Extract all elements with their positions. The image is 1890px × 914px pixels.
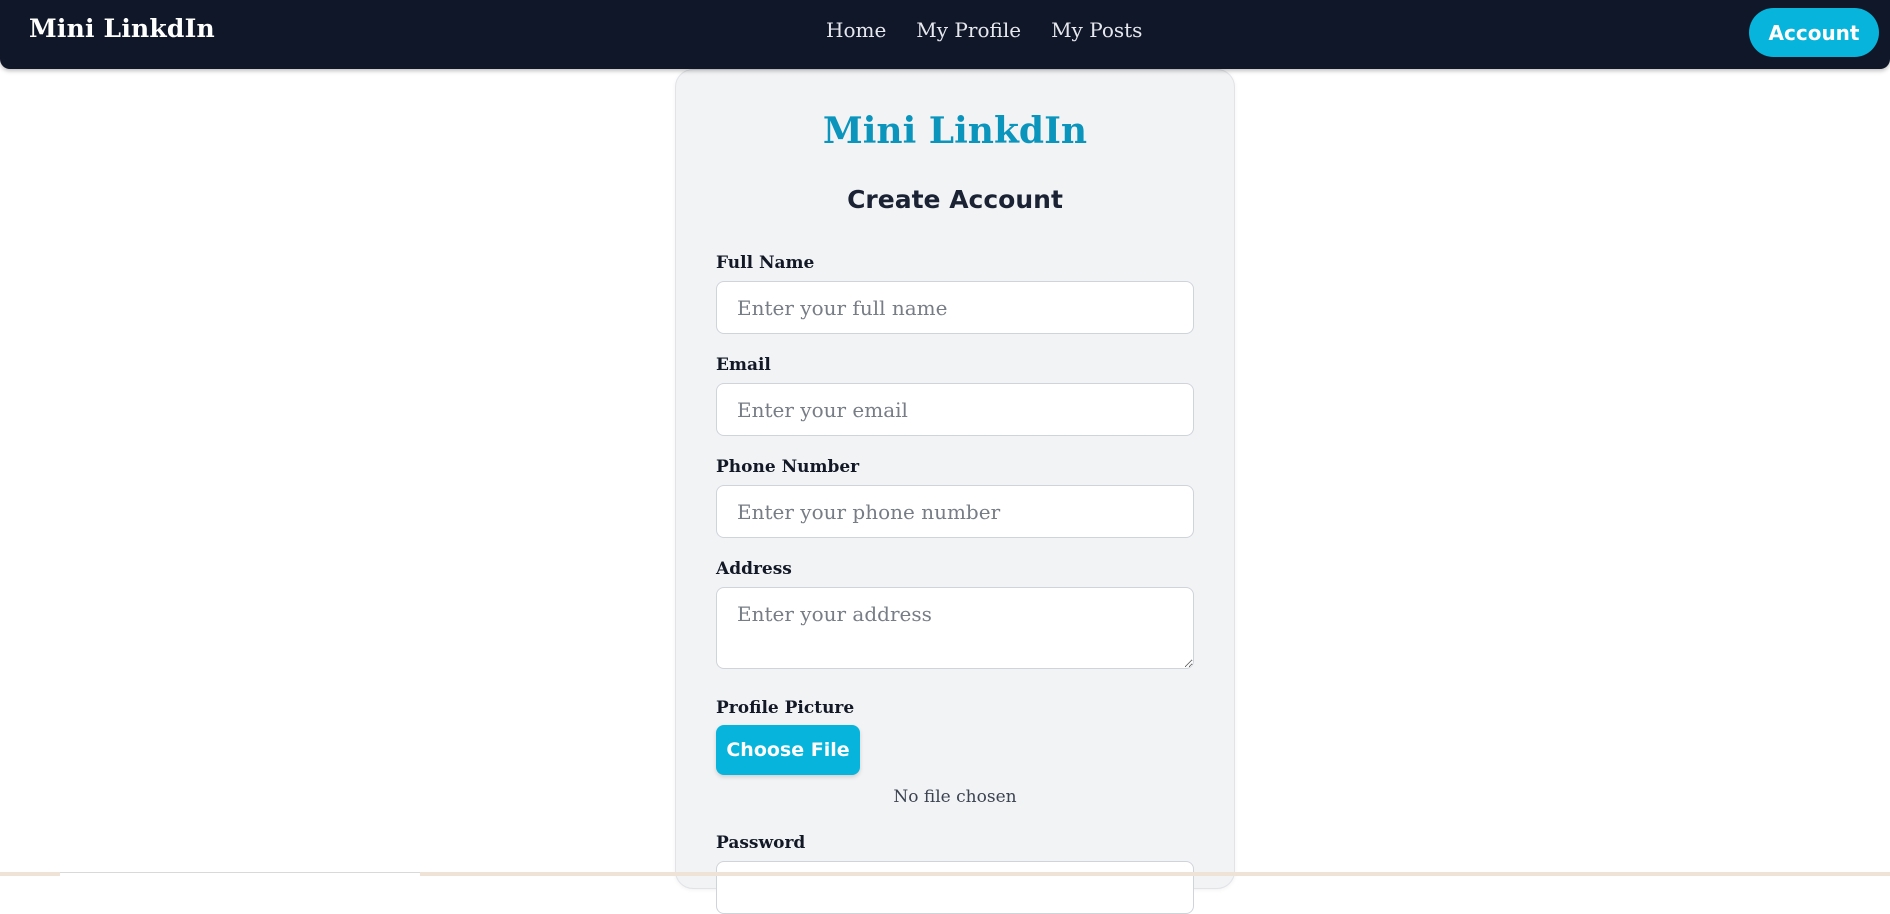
- profile-picture-label: Profile Picture: [716, 698, 855, 718]
- nav-link-my-posts[interactable]: My Posts: [1051, 18, 1142, 42]
- phone-label: Phone Number: [716, 457, 860, 477]
- full-name-input[interactable]: [716, 281, 1194, 334]
- full-name-label: Full Name: [716, 253, 815, 273]
- email-input[interactable]: [716, 383, 1194, 436]
- account-button[interactable]: Account: [1749, 8, 1879, 57]
- card-logo: Mini LinkdIn: [822, 110, 1088, 152]
- password-input[interactable]: [716, 861, 1194, 914]
- nav-link-home[interactable]: Home: [826, 18, 886, 42]
- nav-link-my-profile[interactable]: My Profile: [916, 18, 1021, 42]
- brand-logo[interactable]: Mini LinkdIn: [29, 14, 215, 43]
- address-textarea[interactable]: [716, 587, 1194, 669]
- signup-card: Mini LinkdIn Create Account Full Name Em…: [675, 69, 1235, 914]
- address-label: Address: [716, 559, 792, 579]
- email-label: Email: [716, 355, 771, 375]
- top-navbar: Mini LinkdIn Home My Profile My Posts Ac…: [0, 0, 1890, 69]
- page-title: Create Account: [847, 185, 1063, 214]
- file-status-text: No file chosen: [893, 787, 1017, 807]
- phone-input[interactable]: [716, 485, 1194, 538]
- nav-links: Home My Profile My Posts: [826, 18, 1172, 42]
- choose-file-button[interactable]: Choose File: [716, 725, 860, 775]
- bottom-strip-segment: [60, 872, 420, 876]
- password-label: Password: [716, 833, 806, 853]
